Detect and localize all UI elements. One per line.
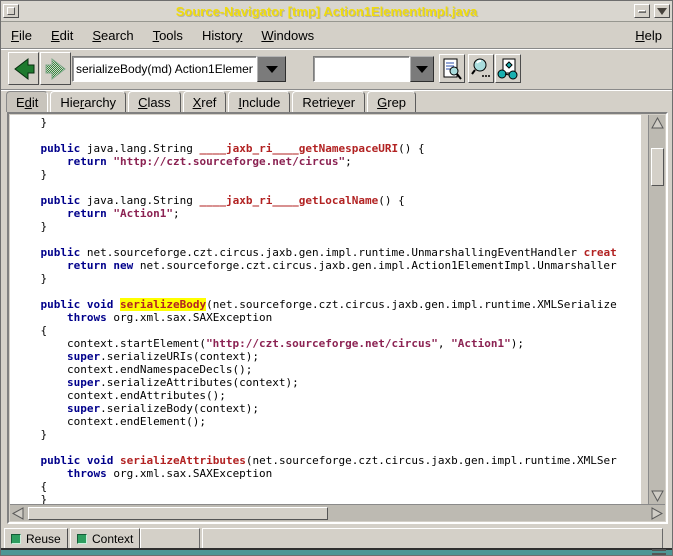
code-line [14, 129, 617, 142]
context-toggle[interactable]: Context [70, 528, 140, 549]
retrieve-icon [496, 57, 520, 81]
symbol-combo-dropdown[interactable] [257, 56, 286, 82]
code-line [14, 441, 617, 454]
code-line: } [14, 116, 617, 129]
resize-grip[interactable] [652, 549, 666, 555]
arrow-down-icon [651, 489, 664, 502]
arrow-up-icon [651, 117, 664, 130]
forward-button[interactable] [40, 52, 71, 85]
horizontal-scroll-thumb[interactable] [28, 507, 328, 520]
titlebar[interactable]: Source-Navigator [tmp] Action1ElementImp… [1, 1, 672, 22]
search-combo-dropdown[interactable] [410, 56, 434, 82]
menu-item-help[interactable]: Help [635, 28, 662, 43]
code-line: } [14, 493, 617, 504]
reuse-label: Reuse [26, 532, 61, 546]
tab-xref[interactable]: Xref [183, 91, 227, 112]
code-line [14, 181, 617, 194]
scroll-left-button[interactable] [11, 506, 26, 521]
reuse-toggle[interactable]: Reuse [4, 528, 68, 549]
menu-item-edit[interactable]: Edit [51, 28, 73, 43]
code-line: { [14, 324, 617, 337]
vertical-scrollbar[interactable] [648, 115, 665, 504]
vertical-scroll-thumb[interactable] [651, 148, 664, 186]
status-panel-small [140, 528, 200, 549]
code-line: return new net.sourceforge.czt.circus.ja… [14, 259, 617, 272]
code-editor[interactable]: } public java.lang.String ____jaxb_ri___… [10, 115, 641, 504]
statusbar: Reuse Context [2, 528, 671, 549]
code-line: } [14, 272, 617, 285]
window-bottom-edge [1, 548, 672, 555]
window-menu-button[interactable] [3, 4, 19, 18]
titlebar-dropdown-button[interactable] [654, 4, 670, 18]
horizontal-scrollbar[interactable] [10, 504, 665, 521]
tab-include[interactable]: Include [228, 91, 290, 112]
menu-item-windows[interactable]: Windows [261, 28, 314, 43]
code-line: } [14, 220, 617, 233]
arrow-left-icon [12, 507, 25, 520]
code-line: super.serializeBody(context); [14, 402, 617, 415]
forward-arrow-icon [43, 56, 69, 82]
menu-item-history[interactable]: History [202, 28, 242, 43]
window-menu-icon [7, 7, 15, 15]
code-line: super.serializeURIs(context); [14, 350, 617, 363]
code-line [14, 285, 617, 298]
scroll-up-button[interactable] [650, 116, 665, 131]
arrow-right-icon [650, 507, 663, 520]
symbol-browser-button[interactable] [439, 54, 465, 83]
code-line: super.serializeAttributes(context); [14, 376, 617, 389]
code-text: } public java.lang.String ____jaxb_ri___… [14, 116, 617, 504]
toolbar [2, 50, 671, 89]
tab-retriever[interactable]: Retriever [292, 91, 365, 112]
reuse-indicator [11, 534, 21, 544]
code-line: public void serializeBody(net.sourceforg… [14, 298, 617, 311]
find-button[interactable] [468, 54, 494, 83]
search-combo-input[interactable] [313, 56, 410, 82]
code-line: context.endAttributes(); [14, 389, 617, 402]
code-line: public net.sourceforge.czt.circus.jaxb.g… [14, 246, 617, 259]
chevron-down-icon [266, 66, 278, 73]
code-line: throws org.xml.sax.SAXException [14, 311, 617, 324]
code-line: public java.lang.String ____jaxb_ri____g… [14, 194, 617, 207]
code-line: { [14, 480, 617, 493]
scroll-right-button[interactable] [649, 506, 664, 521]
scroll-down-button[interactable] [650, 488, 665, 503]
menu-item-file[interactable]: File [11, 28, 32, 43]
retriever-button[interactable] [495, 54, 521, 83]
code-line [14, 233, 617, 246]
editor: } public java.lang.String ____jaxb_ri___… [7, 112, 668, 524]
code-line: context.startElement("http://czt.sourcef… [14, 337, 617, 350]
back-arrow-icon [11, 56, 37, 82]
code-line: } [14, 428, 617, 441]
tabbar: EditHierarchyClassXrefIncludeRetrieverGr… [6, 90, 671, 112]
menu-item-tools[interactable]: Tools [153, 28, 183, 43]
menu-item-search[interactable]: Search [92, 28, 133, 43]
status-panel-message [202, 528, 663, 549]
code-line: } [14, 168, 617, 181]
symbol-combo-input[interactable] [72, 56, 257, 82]
menubar-items: File Edit Search Tools History Windows [11, 28, 635, 43]
code-line: return "Action1"; [14, 207, 617, 220]
code-line: public void serializeAttributes(net.sour… [14, 454, 617, 467]
back-button[interactable] [8, 52, 39, 85]
chevron-down-icon [416, 66, 428, 73]
doc-magnifier-icon [441, 57, 463, 81]
chevron-down-icon [657, 8, 667, 15]
search-icon [470, 57, 492, 81]
tab-grep[interactable]: Grep [367, 91, 416, 112]
code-line: context.endNamespaceDecls(); [14, 363, 617, 376]
app-window: Source-Navigator [tmp] Action1ElementImp… [0, 0, 673, 556]
code-line: throws org.xml.sax.SAXException [14, 467, 617, 480]
minimize-button[interactable] [634, 4, 650, 18]
context-label: Context [92, 532, 133, 546]
menubar: File Edit Search Tools History Windows Help [2, 23, 671, 47]
code-line: public java.lang.String ____jaxb_ri____g… [14, 142, 617, 155]
context-indicator [77, 534, 87, 544]
minimize-icon [638, 10, 646, 13]
tab-hierarchy[interactable]: Hierarchy [50, 91, 126, 112]
tab-class[interactable]: Class [128, 91, 181, 112]
code-line: context.endElement(); [14, 415, 617, 428]
tab-edit[interactable]: Edit [6, 91, 48, 112]
window-title: Source-Navigator [tmp] Action1ElementImp… [21, 4, 632, 19]
code-line: return "http://czt.sourceforge.net/circu… [14, 155, 617, 168]
